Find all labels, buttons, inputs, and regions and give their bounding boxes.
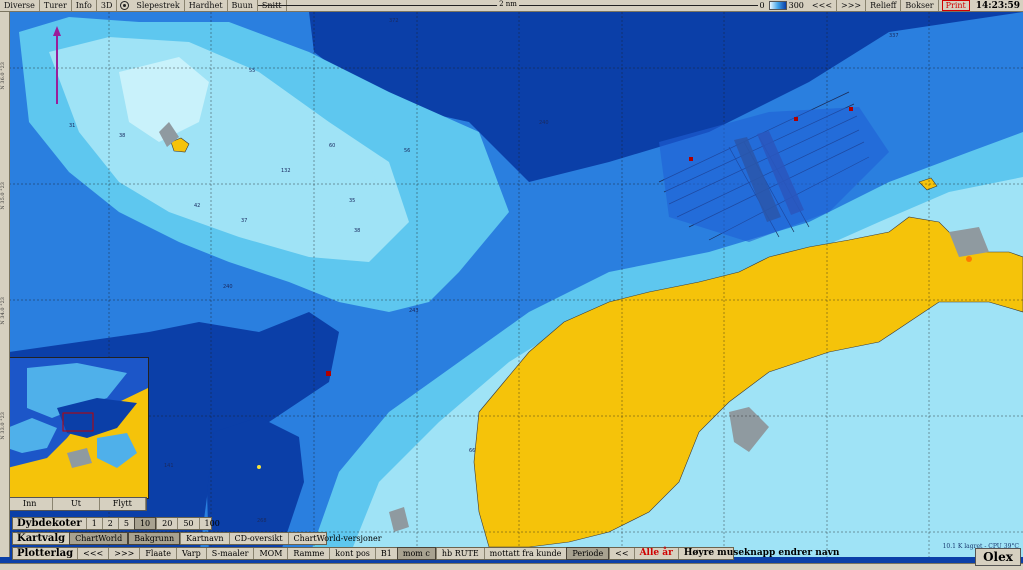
depth-contour-50[interactable]: 50 <box>177 518 198 529</box>
kartnavn-button[interactable]: Kartnavn <box>180 533 228 544</box>
svg-text:42: 42 <box>194 203 200 209</box>
nav-forward-button[interactable]: >>> <box>837 0 867 11</box>
svg-text:55: 55 <box>249 68 255 74</box>
layer-mottatt-fra-kunde[interactable]: mottatt fra kunde <box>483 548 567 559</box>
depth-contour-5[interactable]: 5 <box>117 518 134 529</box>
cd-oversikt-button[interactable]: CD-oversikt <box>228 533 288 544</box>
vessel-position-marker[interactable] <box>257 465 261 469</box>
svg-text:132: 132 <box>281 168 291 174</box>
depth-color-bar[interactable] <box>768 1 787 10</box>
olex-logo[interactable]: Olex <box>975 548 1021 566</box>
dybdekoter-panel: Dybdekoter 1 2 5 10 20 50 100 <box>12 517 220 530</box>
layer-s-maaler[interactable]: S-maaler <box>205 548 254 559</box>
scale-label: 2 nm <box>497 0 519 9</box>
menu-3d[interactable]: 3D <box>97 0 118 11</box>
layer-kont-pos[interactable]: kont pos <box>329 548 375 559</box>
plotterlag-panel: Plotterlag <<< >>> Flaate Varp S-maaler … <box>12 547 839 560</box>
depth-contour-20[interactable]: 20 <box>156 518 177 529</box>
svg-text:372: 372 <box>389 18 399 24</box>
svg-text:337: 337 <box>889 33 899 39</box>
minimap-controls: Inn Ut Flytt <box>6 497 147 511</box>
depth-contour-100[interactable]: 100 <box>198 518 225 529</box>
svg-text:35: 35 <box>349 198 355 204</box>
svg-text:141: 141 <box>164 463 174 469</box>
plotterlag-prev-button[interactable]: <<< <box>77 548 108 559</box>
waypoint-mark[interactable] <box>849 107 853 111</box>
menu-buun[interactable]: Buun <box>228 0 258 11</box>
menu-info[interactable]: Info <box>72 0 97 11</box>
svg-text:243: 243 <box>409 308 419 314</box>
kartvalg-panel: Kartvalg ChartWorld Bakgrunn Kartnavn CD… <box>12 532 382 545</box>
lat-tick: N 36.0 °23 <box>0 62 6 90</box>
menu-diverse[interactable]: Diverse <box>0 0 40 11</box>
layer-mom-c[interactable]: mom c <box>396 547 436 560</box>
plotterlag-next-button[interactable]: >>> <box>108 548 139 559</box>
longitude-ruler <box>0 563 1023 570</box>
clock: 14:23:59 <box>975 0 1020 11</box>
layer-varp[interactable]: Varp <box>175 548 206 559</box>
depth-min: 0 <box>759 1 765 10</box>
print-button[interactable]: Print <box>941 0 970 11</box>
layer-flaate[interactable]: Flaate <box>139 548 176 559</box>
menu-hardhet[interactable]: Hardhet <box>185 0 228 11</box>
layer-b1[interactable]: B1 <box>374 548 397 559</box>
layer-ramme[interactable]: Ramme <box>287 548 329 559</box>
top-toolbar: Diverse Turer Info 3D Slepestrek Hardhet… <box>0 0 1023 12</box>
waypoint-mark[interactable] <box>689 157 693 161</box>
lat-tick: N 33.0 °23 <box>0 412 6 440</box>
latitude-ruler: N 36.0 °23 N 35.0 °23 N 34.0 °23 N 33.0 … <box>0 12 10 557</box>
kartvalg-label: Kartvalg <box>17 533 66 544</box>
depth-contour-1[interactable]: 1 <box>85 518 102 529</box>
target-icon[interactable] <box>120 1 130 10</box>
hint-text: Høyre museknapp endrer navn <box>677 548 845 559</box>
svg-text:66: 66 <box>469 448 475 454</box>
svg-text:240: 240 <box>539 120 549 126</box>
svg-text:38: 38 <box>354 228 360 234</box>
layer-hb-rute[interactable]: hb RUTE <box>435 548 484 559</box>
nav-back-button[interactable]: <<< <box>808 0 838 11</box>
depth-contour-10[interactable]: 10 <box>133 517 157 530</box>
overview-minimap[interactable] <box>6 357 149 499</box>
move-button[interactable]: Flytt <box>100 498 146 510</box>
lat-tick: N 34.0 °23 <box>0 297 6 325</box>
nautical-chart[interactable]: 372337240 313855 423760 3538132 24324026… <box>9 12 1023 557</box>
depth-max: 300 <box>788 1 804 10</box>
svg-text:38: 38 <box>119 133 125 139</box>
bokser-button[interactable]: Bokser <box>901 0 939 11</box>
waypoint-mark[interactable] <box>794 117 798 121</box>
dybdekoter-label: Dybdekoter <box>17 518 82 529</box>
chartworld-versjoner-button[interactable]: ChartWorld-versjoner <box>287 533 387 544</box>
chartworld-button[interactable]: ChartWorld <box>69 532 129 545</box>
menu-slepestrek[interactable]: Slepestrek <box>132 0 185 11</box>
menu-turer[interactable]: Turer <box>40 0 72 11</box>
scale-bar: 2 nm <box>258 0 758 11</box>
layer-mom[interactable]: MOM <box>253 548 287 559</box>
svg-text:56: 56 <box>404 148 410 154</box>
plotterlag-label: Plotterlag <box>17 548 74 559</box>
svg-text:268: 268 <box>257 518 267 524</box>
periode-button[interactable]: Periode <box>566 547 610 560</box>
zoom-out-button[interactable]: Ut <box>53 498 100 510</box>
waypoint-mark[interactable] <box>326 371 331 376</box>
svg-text:37: 37 <box>241 218 247 224</box>
svg-text:31: 31 <box>69 123 75 129</box>
periode-prev-button[interactable]: << <box>609 548 633 559</box>
relieff-button[interactable]: Relieff <box>866 0 902 11</box>
svg-text:60: 60 <box>329 143 335 149</box>
zoom-in-button[interactable]: Inn <box>7 498 54 510</box>
lat-tick: N 35.0 °23 <box>0 182 6 210</box>
harbour-marker[interactable] <box>966 256 972 262</box>
depth-contour-2[interactable]: 2 <box>101 518 118 529</box>
svg-text:240: 240 <box>223 284 233 290</box>
bakgrunn-button[interactable]: Bakgrunn <box>128 532 181 545</box>
alle-ar-label[interactable]: Alle år <box>633 548 678 559</box>
